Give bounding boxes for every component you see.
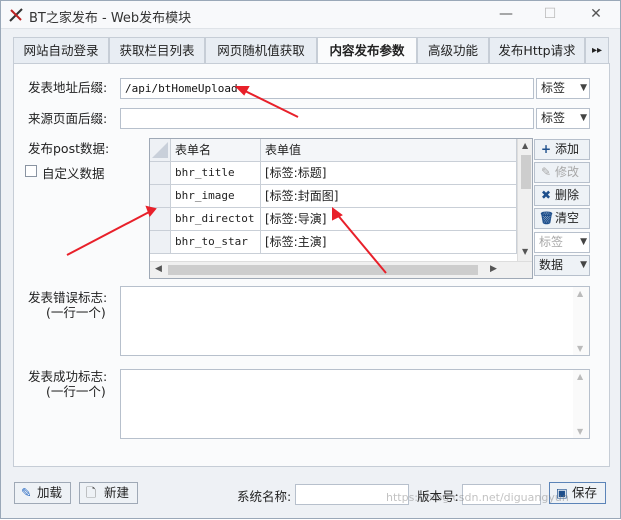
scroll-down-icon[interactable]: ▼ [577,344,583,353]
scroll-right-icon[interactable]: ▶ [490,264,497,274]
close-button[interactable]: ✕ [581,3,611,25]
delete-button-label: 删除 [555,188,580,202]
tab-http-request[interactable]: 发布Http请求 [489,37,585,64]
tab-random-value[interactable]: 网页随机值获取 [205,37,317,64]
scroll-thumb[interactable] [521,155,531,189]
system-name-label: 系统名称: [237,489,292,504]
post-url-tag-select[interactable]: 标签 ▼ [536,78,590,99]
new-button[interactable]: 🗋 新建 [79,482,138,504]
table-cell-name[interactable]: bhr_directot [171,208,261,231]
success-flag-hint: (一行一个) [46,384,106,399]
source-page-tag-select-value: 标签 [541,111,566,125]
custom-data-checkbox[interactable] [25,165,37,177]
tab-advanced[interactable]: 高级功能 [417,37,489,64]
tab-content-params[interactable]: 内容发布参数 [317,37,417,65]
textarea-scrollbar[interactable]: ▲ ▼ [573,287,589,355]
tab-column-list[interactable]: 获取栏目列表 [109,37,205,64]
maximize-button[interactable]: ☐ [535,3,565,25]
post-data-grid[interactable]: 表单名 表单值 bhr_title [标签:标题] bhr_image [标签:… [149,138,533,279]
minimize-button[interactable]: — [491,3,521,25]
textarea-scrollbar[interactable]: ▲ ▼ [573,370,589,438]
load-button-label: 加载 [37,485,63,500]
post-url-tag-select-value: 标签 [541,81,566,95]
app-window: BT之家发布 - Web发布模块 — ☐ ✕ 网站自动登录 获取栏目列表 网页随… [0,0,621,519]
scroll-up-icon[interactable]: ▲ [577,372,583,381]
tabs-scroll-right-icon[interactable]: ▸▸ [585,37,609,64]
scroll-thumb[interactable] [168,265,478,275]
table-cell-name[interactable]: bhr_title [171,162,261,185]
grid-vertical-scrollbar[interactable]: ▲ ▼ [517,139,532,261]
edit-button[interactable]: ✎ 修改 [534,162,590,183]
scroll-up-icon[interactable]: ▲ [522,141,528,150]
app-logo-icon [9,8,23,22]
grid-header-value[interactable]: 表单值 [261,139,517,162]
grid-header-name[interactable]: 表单名 [171,139,261,162]
plus-icon: + [540,142,552,156]
trash-icon: 🗑 [539,211,555,225]
table-cell-value[interactable]: [标签:标题] [261,162,517,185]
edit-button-label: 修改 [555,165,580,179]
grid-corner [150,139,171,162]
delete-x-icon: ✖ [540,188,552,202]
edit-load-icon: ✎ [21,485,32,500]
clear-button-label: 清空 [555,211,580,225]
error-flag-hint: (一行一个) [46,305,106,320]
source-page-tag-select[interactable]: 标签 ▼ [536,108,590,129]
new-file-icon: 🗋 [86,485,97,500]
tab-auto-login[interactable]: 网站自动登录 [13,37,109,64]
save-button-label: 保存 [572,485,598,500]
grid-data-select[interactable]: 数据 ▼ [534,255,590,276]
delete-button[interactable]: ✖ 删除 [534,185,590,206]
source-page-label: 来源页面后缀: [28,111,108,126]
row-header[interactable] [150,231,171,254]
select-all-icon [152,142,168,158]
custom-data-label: 自定义数据 [42,166,105,181]
error-flag-textarea[interactable]: ▲ ▼ [120,286,590,356]
grid-tag-select-value: 标签 [539,235,564,249]
chevron-down-icon: ▼ [580,260,587,270]
clear-button[interactable]: 🗑清空 [534,208,590,229]
grid-data-select-value: 数据 [539,258,564,272]
scroll-left-icon[interactable]: ◀ [155,264,162,274]
pencil-icon: ✎ [540,165,552,179]
window-title: BT之家发布 - Web发布模块 [29,11,192,26]
row-header[interactable] [150,208,171,231]
post-url-label: 发表地址后缀: [28,80,108,95]
grid-horizontal-scrollbar[interactable]: ◀ ▶ [150,261,532,278]
scroll-down-icon[interactable]: ▼ [577,427,583,436]
post-url-input[interactable]: /api/btHomeUpload [120,78,534,99]
add-button[interactable]: + 添加 [534,139,590,160]
table-cell-value[interactable]: [标签:主演] [261,231,517,254]
post-data-label: 发布post数据: [28,141,110,156]
scroll-up-icon[interactable]: ▲ [577,289,583,298]
table-cell-name[interactable]: bhr_image [171,185,261,208]
title-bar[interactable]: BT之家发布 - Web发布模块 — ☐ ✕ [1,1,620,29]
watermark-text: https://blog.csdn.net/diguangyun [386,491,569,504]
source-page-input[interactable] [120,108,534,129]
content-params-panel: 发表地址后缀: /api/btHomeUpload 标签 ▼ 来源页面后缀: 标签… [13,63,610,467]
row-header[interactable] [150,162,171,185]
scroll-down-icon[interactable]: ▼ [522,247,528,256]
row-header[interactable] [150,185,171,208]
new-button-label: 新建 [104,485,130,500]
load-button[interactable]: ✎ 加载 [14,482,71,504]
table-cell-value[interactable]: [标签:导演] [261,208,517,231]
chevron-down-icon: ▼ [580,83,587,93]
table-cell-value[interactable]: [标签:封面图] [261,185,517,208]
success-flag-textarea[interactable]: ▲ ▼ [120,369,590,439]
table-cell-name[interactable]: bhr_to_star [171,231,261,254]
chevron-down-icon: ▼ [580,237,587,247]
chevron-down-icon: ▼ [580,113,587,123]
add-button-label: 添加 [555,142,580,156]
tab-bar: 网站自动登录 获取栏目列表 网页随机值获取 内容发布参数 高级功能 发布Http… [13,37,609,65]
grid-tag-select[interactable]: 标签 ▼ [534,232,590,253]
